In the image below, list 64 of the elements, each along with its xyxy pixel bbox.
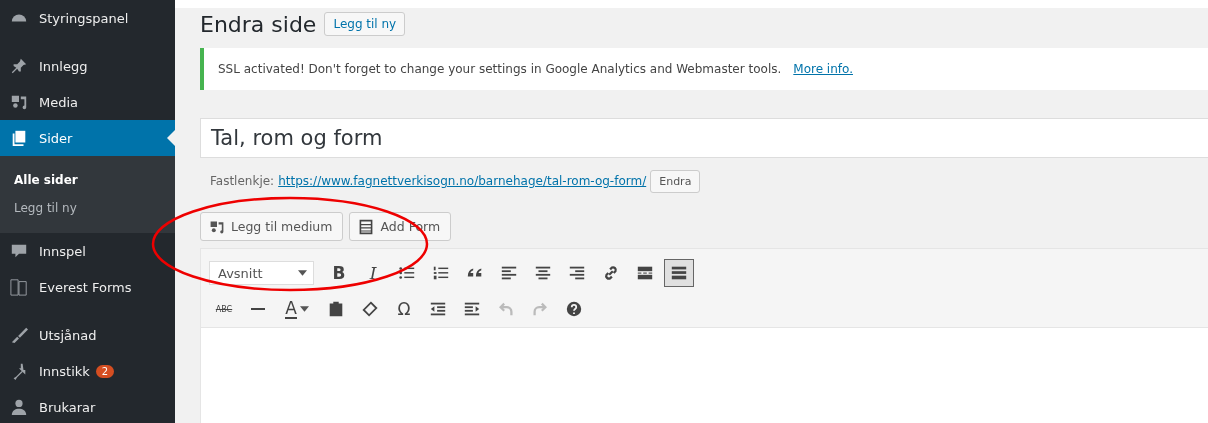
page-heading: Endra side — [200, 11, 317, 37]
undo-icon — [497, 300, 515, 318]
add-new-button[interactable]: Legg til ny — [324, 12, 406, 36]
toggle-tool-button[interactable] — [664, 259, 694, 287]
notice-text: SSL activated! Don't forget to change your settings in Google Analytics and Webmaster tools. — [218, 62, 782, 76]
color-tool-button[interactable]: A — [277, 295, 317, 323]
bullet-list-icon — [398, 264, 416, 282]
indent-icon — [463, 300, 481, 318]
brush-icon — [10, 326, 28, 344]
menu-label: Everest Forms — [39, 279, 132, 295]
menu-label: Sider — [39, 130, 73, 146]
menu-label: Innstikk — [39, 363, 90, 379]
media-button[interactable]: Legg til medium — [200, 212, 344, 241]
strike-tool-button[interactable]: ABC — [209, 295, 239, 323]
update-count-badge: 2 — [95, 364, 115, 378]
user-icon — [10, 398, 28, 416]
sidebar-item[interactable]: Innstikk 2 — [0, 353, 175, 389]
sidebar-item[interactable]: Innlegg — [0, 48, 175, 84]
menu-label: Brukarar — [39, 399, 96, 415]
redo-icon — [531, 300, 549, 318]
speech-bubble-icon — [10, 242, 28, 260]
link-icon — [602, 264, 620, 282]
format-select[interactable]: Avsnitt — [209, 261, 314, 285]
sidebar-item[interactable]: Media — [0, 84, 175, 120]
menu-label: Styringspanel — [39, 10, 129, 26]
menu-label: Innlegg — [39, 58, 88, 74]
permalink-label: Fastlenkje: — [210, 174, 275, 188]
clipboard-icon — [327, 300, 345, 318]
numbered-list-icon — [432, 264, 450, 282]
horizontal-line-icon — [250, 307, 266, 311]
media-icon — [10, 93, 28, 111]
sidebar-item[interactable]: Styringspanel — [0, 0, 175, 36]
omega-tool-button[interactable]: Ω — [389, 295, 419, 323]
sidebar-item[interactable]: Utsjånad — [0, 317, 175, 353]
menu-label: Innspel — [39, 243, 86, 259]
italic-tool-button[interactable]: I — [358, 259, 388, 287]
help-icon — [565, 300, 583, 318]
sidebar-item[interactable]: Everest Forms — [0, 269, 175, 305]
sidebar-item[interactable]: Brukarar — [0, 389, 175, 423]
submenu-item[interactable]: Legg til ny — [0, 195, 175, 223]
title-input[interactable]: Tal, rom og form — [200, 118, 1208, 158]
align-right-icon — [568, 264, 586, 282]
caret-icon — [299, 306, 309, 312]
caret-icon — [298, 270, 307, 276]
sidebar-item[interactable]: Sider — [0, 120, 175, 156]
bold-tool-button[interactable]: B — [324, 259, 354, 287]
permalink-link[interactable]: https://www.fagnettverkisogn.no/barnehage/tal-rom-og-form/ — [278, 174, 647, 188]
submenu-item[interactable]: Alle sider — [0, 167, 175, 195]
menu-label: Utsjånad — [39, 327, 97, 343]
outdent-icon — [429, 300, 447, 318]
toolbar-toggle-icon — [670, 264, 688, 282]
media-icon — [209, 218, 225, 235]
form-panels-icon — [10, 278, 28, 296]
form-icon — [358, 218, 375, 235]
pages-icon — [10, 129, 28, 147]
read-more-icon — [636, 264, 654, 282]
align-center-icon — [534, 264, 552, 282]
edit-permalink-button[interactable]: Endra — [650, 169, 701, 193]
sidebar-item[interactable]: Innspel — [0, 233, 175, 269]
align-left-icon — [500, 264, 518, 282]
more-info-link[interactable]: More info. — [793, 62, 853, 76]
menu-label: Media — [39, 94, 79, 110]
pin-icon — [10, 57, 28, 75]
eraser-icon — [361, 300, 379, 318]
